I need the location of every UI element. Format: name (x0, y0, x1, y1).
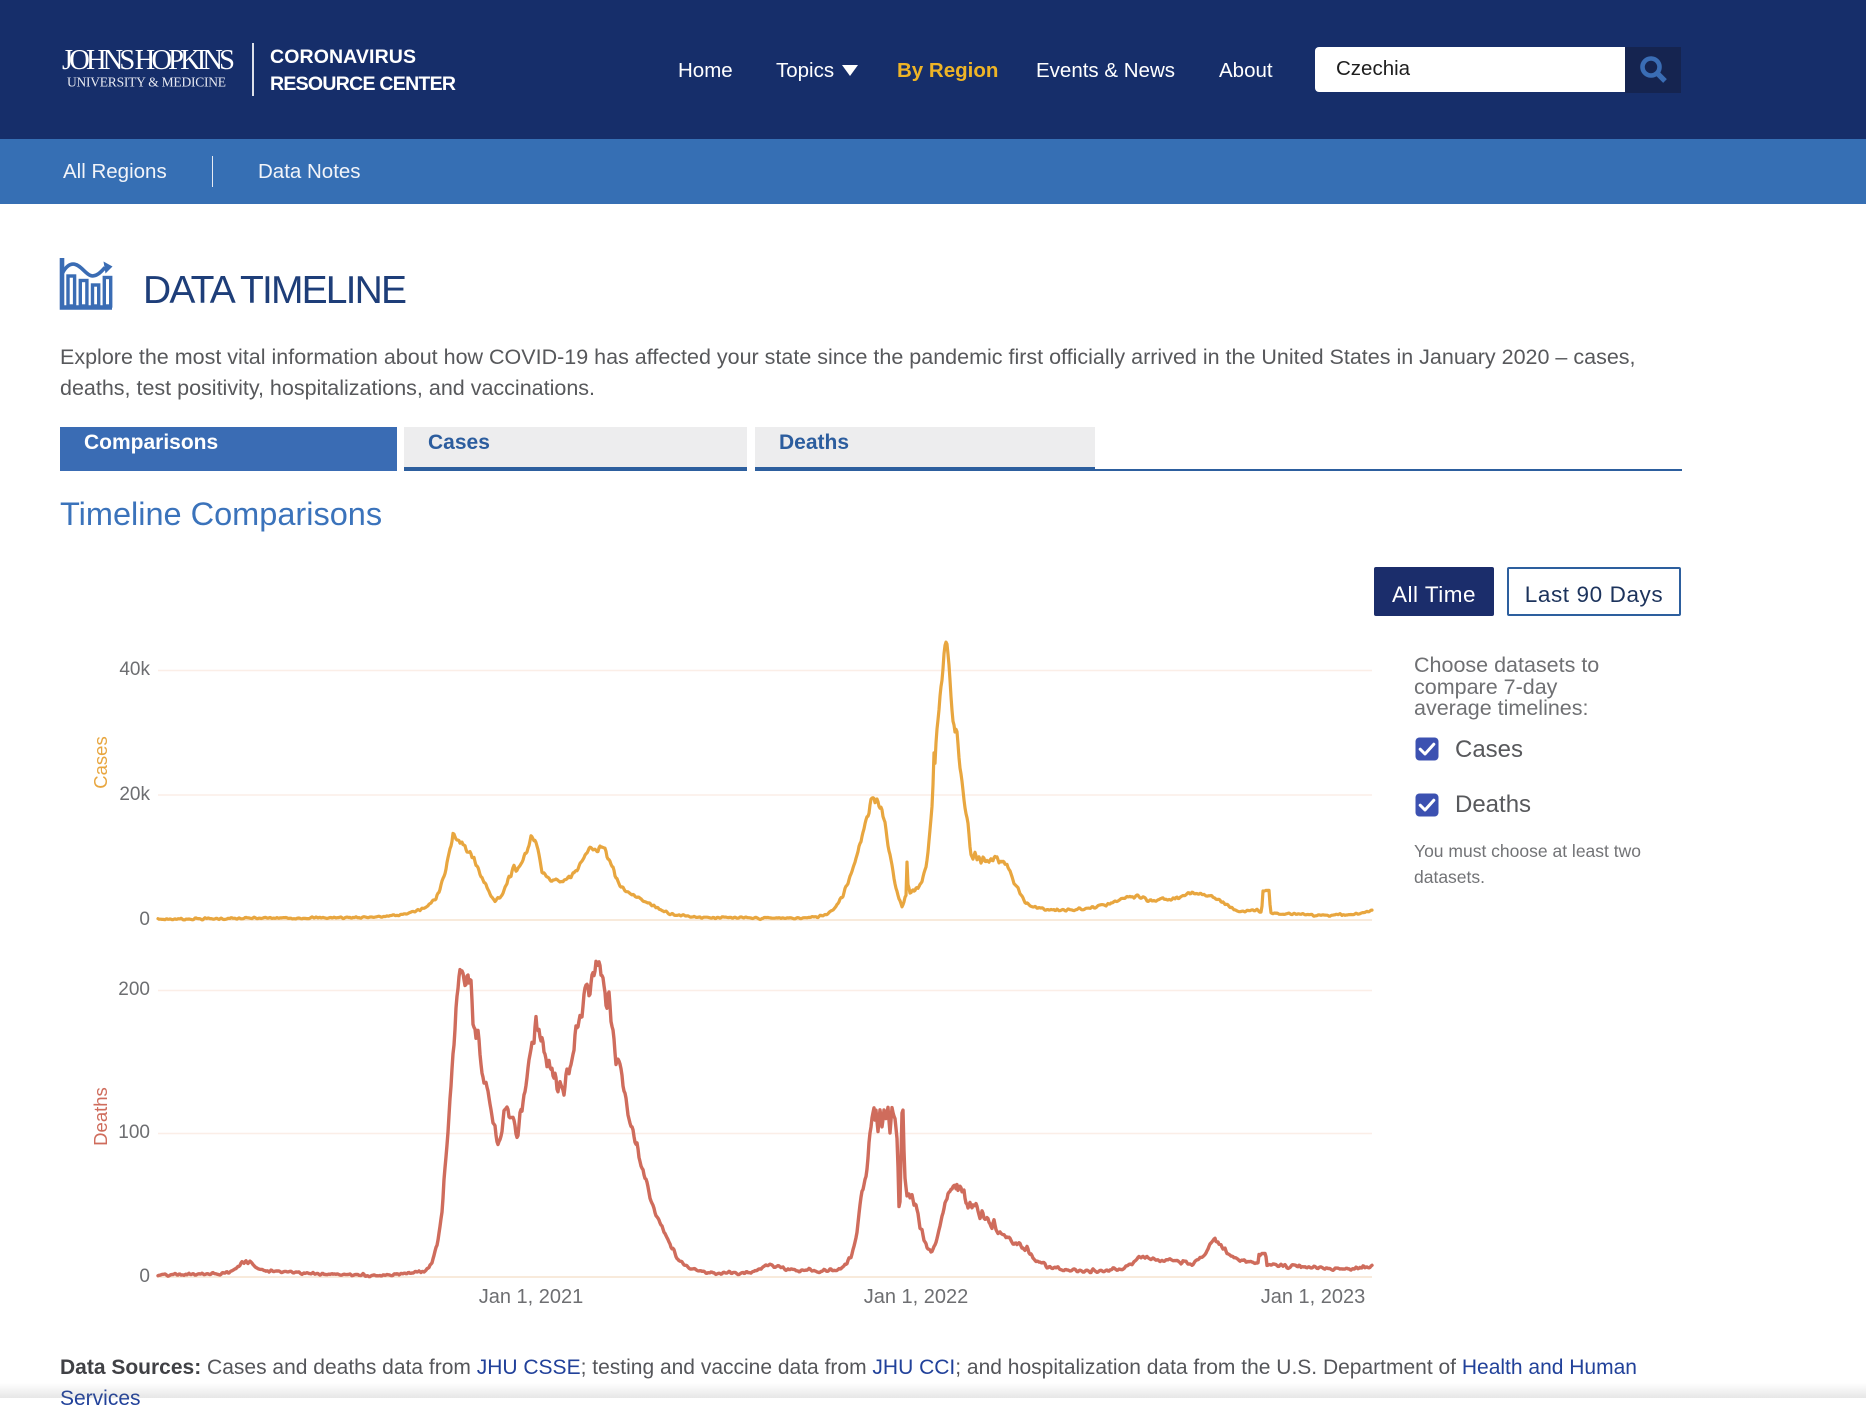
svg-text:Cases: Cases (90, 736, 111, 788)
svg-text:Deaths: Deaths (90, 1087, 111, 1146)
